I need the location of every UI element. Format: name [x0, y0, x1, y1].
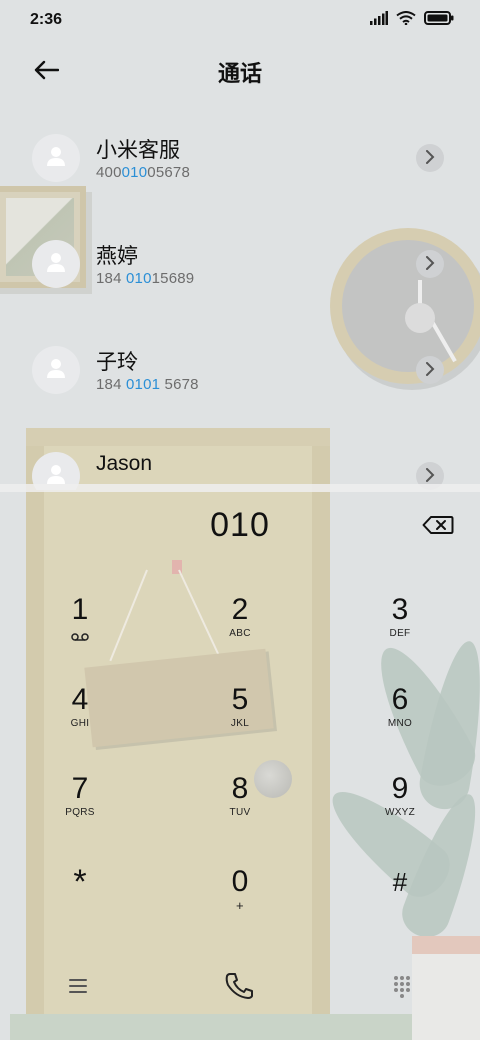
number-match-highlight: 010 [126, 270, 152, 287]
person-icon [44, 144, 68, 172]
floor-decoration [10, 1014, 430, 1040]
key-9[interactable]: 9 WXYZ [355, 771, 445, 851]
phone-icon [223, 971, 257, 1005]
contact-number: 40001005678 [96, 164, 190, 181]
key-6[interactable]: 6 MNO [355, 682, 445, 762]
key-5[interactable]: 5 JKL [195, 682, 285, 762]
key-4[interactable]: 4 GHI [35, 682, 125, 762]
signal-icon [370, 10, 388, 30]
wifi-icon [396, 10, 416, 30]
chevron-right-icon [425, 467, 435, 486]
contact-detail-button[interactable] [416, 250, 444, 278]
dial-display: 010 [0, 500, 480, 556]
app-header: 通话 [0, 44, 480, 100]
key-hash[interactable]: # [355, 864, 445, 944]
status-bar: 2:36 [0, 0, 480, 40]
dialpad-icon [392, 974, 412, 1002]
keypad-toggle-button[interactable] [380, 968, 424, 1008]
dialed-number: 010 [210, 506, 270, 544]
chevron-right-icon [425, 361, 435, 380]
key-1[interactable]: 1 [35, 592, 125, 672]
contact-name: 小米客服 [96, 138, 180, 162]
menu-icon [68, 978, 88, 998]
contact-detail-button[interactable] [416, 144, 444, 172]
backspace-button[interactable] [420, 514, 456, 540]
contact-detail-button[interactable] [416, 356, 444, 384]
contact-row[interactable]: 子玲 184 0101 5678 [0, 318, 480, 424]
status-time: 2:36 [30, 11, 63, 28]
contact-number: 184 01015689 [96, 270, 195, 287]
page-title: 通话 [217, 62, 262, 87]
person-icon [44, 356, 68, 384]
battery-icon [424, 10, 454, 30]
avatar [32, 134, 80, 182]
key-8[interactable]: 8 TUV [195, 771, 285, 851]
chevron-right-icon [425, 149, 435, 168]
person-icon [44, 250, 68, 278]
avatar [32, 346, 80, 394]
status-icons [370, 10, 454, 30]
key-3[interactable]: 3 DEF [355, 592, 445, 672]
voicemail-icon [71, 628, 89, 645]
contact-row[interactable]: Jason [0, 424, 480, 490]
contact-number: 184 0101 5678 [96, 376, 199, 393]
key-7[interactable]: 7 PQRS [35, 771, 125, 851]
contact-row[interactable]: 小米客服 40001005678 [0, 106, 480, 212]
dialer-divider [0, 484, 480, 492]
chevron-right-icon [425, 255, 435, 274]
menu-button[interactable] [56, 968, 100, 1008]
key-star[interactable]: * [35, 864, 125, 944]
contact-results-list: 小米客服 40001005678 燕婷 184 01015689 子玲 184 … [0, 106, 480, 490]
call-button[interactable] [218, 968, 262, 1008]
contact-name: Jason [96, 452, 153, 475]
key-0[interactable]: 0 + [195, 864, 285, 944]
dialer-bottom-bar [0, 960, 480, 1016]
number-match-highlight: 010 [121, 164, 148, 181]
contact-name: 燕婷 [96, 244, 138, 268]
key-2[interactable]: 2 ABC [195, 592, 285, 672]
number-match-highlight: 0101 [126, 376, 161, 393]
avatar [32, 240, 80, 288]
contact-name: 子玲 [96, 350, 138, 374]
contact-row[interactable]: 燕婷 184 01015689 [0, 212, 480, 318]
backspace-icon [422, 515, 454, 539]
